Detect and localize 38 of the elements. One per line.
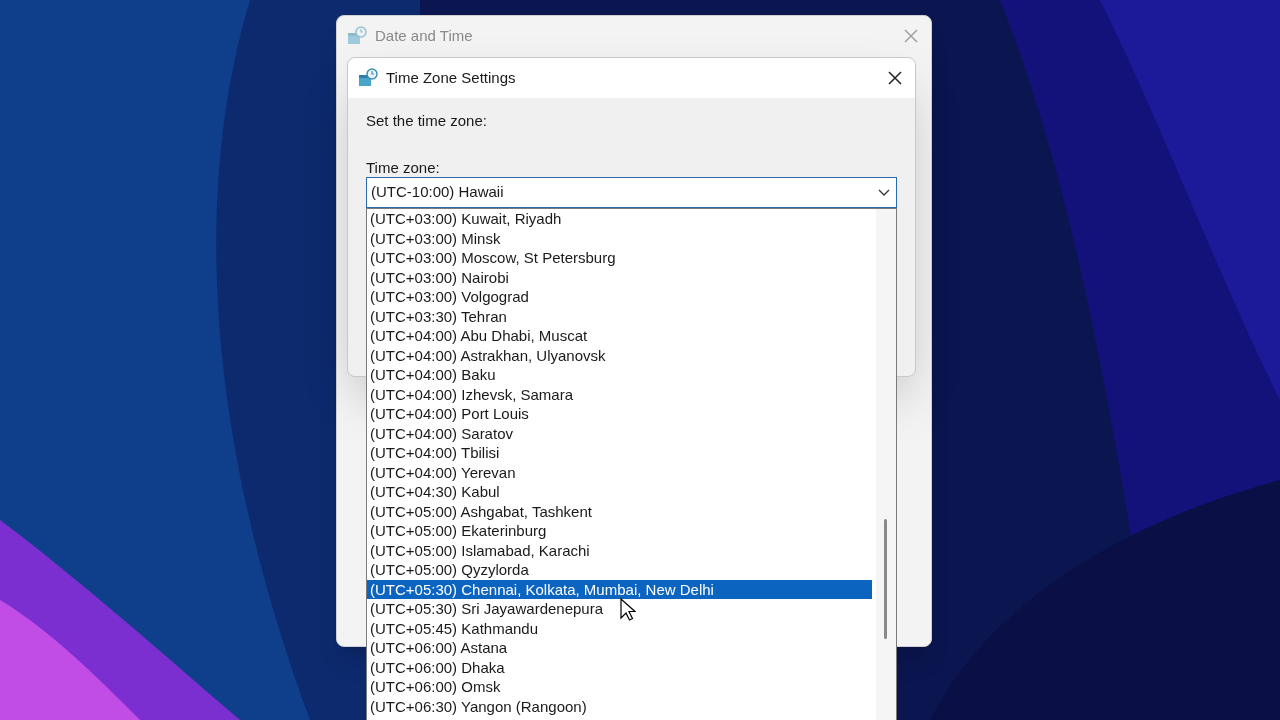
time-zone-option[interactable]: (UTC+04:30) Kabul	[367, 482, 872, 502]
pointer-icon	[620, 598, 636, 622]
close-icon[interactable]	[887, 70, 903, 86]
scrollbar-thumb[interactable]	[884, 519, 887, 639]
field-label: Time zone:	[366, 157, 441, 178]
chevron-down-icon	[878, 188, 890, 197]
time-zone-option[interactable]: (UTC+05:30) Chennai, Kolkata, Mumbai, New Delhi	[367, 579, 872, 599]
time-zone-option[interactable]: (UTC+03:00) Volgograd	[367, 287, 872, 307]
time-zone-option[interactable]: (UTC+03:00) Nairobi	[367, 267, 872, 287]
time-zone-option[interactable]: (UTC+06:00) Omsk	[367, 677, 872, 697]
dialog-title: Time Zone Settings	[386, 67, 516, 88]
time-zone-option[interactable]: (UTC+04:00) Izhevsk, Samara	[367, 384, 872, 404]
time-zone-option[interactable]: (UTC+05:00) Islamabad, Karachi	[367, 540, 872, 560]
time-zone-option[interactable]: (UTC+03:30) Tehran	[367, 306, 872, 326]
scrollbar[interactable]	[876, 209, 896, 720]
clock-calendar-icon	[358, 68, 378, 88]
time-zone-option[interactable]: (UTC+05:45) Kathmandu	[367, 618, 872, 638]
time-zone-option[interactable]: (UTC+04:00) Saratov	[367, 423, 872, 443]
time-zone-option[interactable]: (UTC+04:00) Tbilisi	[367, 443, 872, 463]
time-zone-option[interactable]: (UTC+04:00) Yerevan	[367, 462, 872, 482]
window-title: Date and Time	[375, 25, 473, 46]
time-zone-option[interactable]: (UTC+05:00) Ekaterinburg	[367, 521, 872, 541]
time-zone-option[interactable]: (UTC+03:00) Minsk	[367, 228, 872, 248]
time-zone-dropdown[interactable]: (UTC-10:00) Hawaii	[366, 177, 897, 208]
prompt-text: Set the time zone:	[366, 111, 488, 131]
time-zone-option[interactable]: (UTC+03:00) Moscow, St Petersburg	[367, 248, 872, 268]
time-zone-option[interactable]: (UTC+04:00) Abu Dhabi, Muscat	[367, 326, 872, 346]
time-zone-option[interactable]: (UTC+06:00) Dhaka	[367, 657, 872, 677]
time-zone-option[interactable]: (UTC+04:00) Baku	[367, 365, 872, 385]
time-zone-option[interactable]: (UTC+04:00) Astrakhan, Ulyanovsk	[367, 345, 872, 365]
clock-calendar-icon	[347, 26, 367, 46]
time-zone-option[interactable]: (UTC+04:00) Port Louis	[367, 404, 872, 424]
time-zone-option[interactable]: (UTC+06:30) Yangon (Rangoon)	[367, 696, 872, 716]
time-zone-option[interactable]: (UTC+05:00) Ashgabat, Tashkent	[367, 501, 872, 521]
time-zone-option[interactable]: (UTC+05:00) Qyzylorda	[367, 560, 872, 580]
time-zone-option[interactable]: (UTC+06:00) Astana	[367, 638, 872, 658]
time-zone-option[interactable]: (UTC+03:00) Kuwait, Riyadh	[367, 209, 872, 229]
time-zone-option[interactable]: (UTC+05:30) Sri Jayawardenepura	[367, 599, 872, 619]
